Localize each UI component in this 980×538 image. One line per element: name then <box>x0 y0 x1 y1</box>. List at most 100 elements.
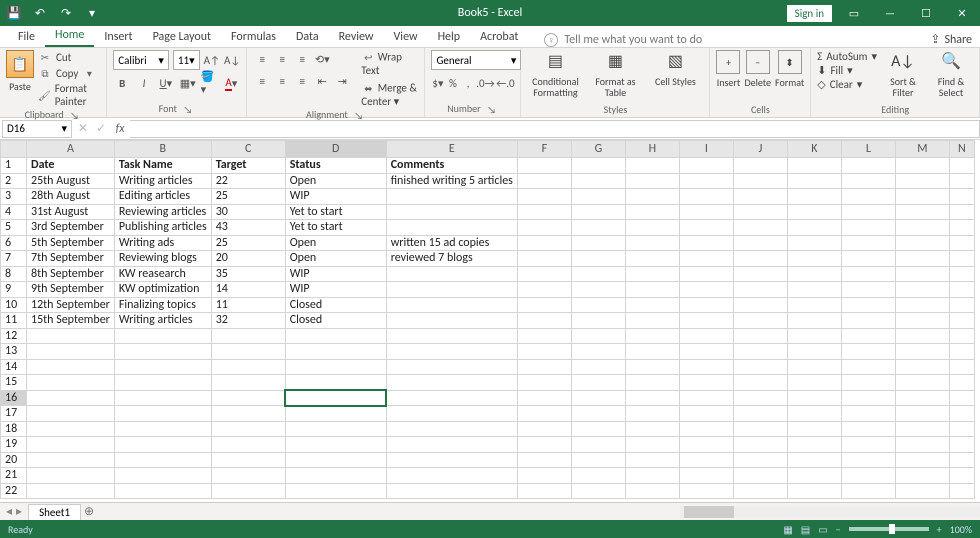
cell[interactable] <box>895 204 949 220</box>
maximize-icon[interactable]: ☐ <box>912 3 940 23</box>
cell[interactable] <box>114 328 211 344</box>
undo-icon[interactable]: ↶ <box>30 3 50 23</box>
cell[interactable] <box>211 421 285 437</box>
cell[interactable] <box>571 204 625 220</box>
cell[interactable]: 25 <box>211 189 285 205</box>
cell[interactable] <box>386 297 517 313</box>
cell[interactable] <box>625 344 679 360</box>
cell[interactable] <box>787 220 841 236</box>
cell[interactable]: Date <box>27 158 115 174</box>
column-header[interactable]: J <box>733 141 787 158</box>
cell[interactable]: Target <box>211 158 285 174</box>
cell[interactable] <box>841 251 895 267</box>
cell[interactable] <box>733 344 787 360</box>
cell[interactable] <box>787 251 841 267</box>
cell[interactable] <box>733 406 787 422</box>
cell[interactable]: Comments <box>386 158 517 174</box>
cell[interactable] <box>571 189 625 205</box>
cell[interactable] <box>895 390 949 406</box>
cell[interactable] <box>949 452 974 468</box>
formula-input[interactable] <box>130 120 980 138</box>
cell[interactable] <box>386 189 517 205</box>
cell[interactable] <box>27 344 115 360</box>
cell[interactable] <box>895 468 949 484</box>
cell[interactable] <box>949 483 974 499</box>
decrease-font-icon[interactable]: A↓ <box>224 51 240 69</box>
cell[interactable] <box>841 189 895 205</box>
cell[interactable] <box>733 437 787 453</box>
cell[interactable] <box>841 328 895 344</box>
cell[interactable] <box>787 173 841 189</box>
cell[interactable] <box>386 390 517 406</box>
cell[interactable] <box>517 297 571 313</box>
cell[interactable] <box>571 483 625 499</box>
tab-file[interactable]: File <box>8 26 45 47</box>
sort-filter-button[interactable]: A↓Sort & Filter <box>881 50 925 98</box>
cell[interactable] <box>841 297 895 313</box>
cell[interactable]: Open <box>285 235 386 251</box>
column-header[interactable]: K <box>787 141 841 158</box>
cell[interactable] <box>517 375 571 391</box>
cell[interactable]: 3rd September <box>27 220 115 236</box>
column-header[interactable]: I <box>679 141 733 158</box>
cell[interactable] <box>517 452 571 468</box>
cell[interactable]: 28th August <box>27 189 115 205</box>
row-header[interactable]: 14 <box>1 359 27 375</box>
select-all-button[interactable] <box>1 141 27 158</box>
cell[interactable] <box>571 452 625 468</box>
dialog-launcher-icon[interactable]: ↘ <box>485 102 499 116</box>
cell[interactable] <box>787 282 841 298</box>
cell[interactable] <box>517 173 571 189</box>
cell[interactable] <box>949 282 974 298</box>
cell[interactable] <box>114 452 211 468</box>
sheet-nav-next-icon[interactable]: ▸ <box>16 504 22 519</box>
cell[interactable] <box>625 297 679 313</box>
tab-acrobat[interactable]: Acrobat <box>470 26 528 47</box>
cell[interactable] <box>949 235 974 251</box>
cell[interactable]: Writing articles <box>114 313 211 329</box>
cell[interactable] <box>517 406 571 422</box>
cell[interactable]: 9th September <box>27 282 115 298</box>
cell[interactable] <box>949 251 974 267</box>
cell[interactable] <box>787 328 841 344</box>
cell[interactable] <box>386 468 517 484</box>
cell[interactable] <box>733 189 787 205</box>
fx-icon[interactable]: fx <box>110 122 130 136</box>
sign-in-button[interactable]: Sign in <box>787 5 832 22</box>
cell[interactable] <box>285 406 386 422</box>
cell[interactable]: Status <box>285 158 386 174</box>
cell[interactable] <box>679 297 733 313</box>
cell[interactable] <box>285 437 386 453</box>
cell[interactable]: 31st August <box>27 204 115 220</box>
cell[interactable] <box>679 421 733 437</box>
cell[interactable] <box>571 328 625 344</box>
cell[interactable] <box>571 375 625 391</box>
row-header[interactable]: 15 <box>1 375 27 391</box>
cell[interactable] <box>571 390 625 406</box>
cell[interactable] <box>517 282 571 298</box>
delete-cells-button[interactable]: −Delete <box>744 50 771 89</box>
cell[interactable] <box>787 375 841 391</box>
cell[interactable] <box>679 406 733 422</box>
cell[interactable] <box>625 437 679 453</box>
cell[interactable]: 7th September <box>27 251 115 267</box>
cell[interactable] <box>787 344 841 360</box>
cell[interactable] <box>114 406 211 422</box>
cell[interactable]: KW optimization <box>114 282 211 298</box>
cell[interactable] <box>841 204 895 220</box>
row-header[interactable]: 8 <box>1 266 27 282</box>
ribbon-display-icon[interactable]: ▭ <box>840 3 868 23</box>
cell[interactable] <box>949 266 974 282</box>
row-header[interactable]: 7 <box>1 251 27 267</box>
row-header[interactable]: 21 <box>1 468 27 484</box>
percent-format-icon[interactable]: % <box>446 74 459 92</box>
cell[interactable] <box>841 483 895 499</box>
column-header[interactable]: E <box>386 141 517 158</box>
cell[interactable] <box>949 313 974 329</box>
cell[interactable] <box>787 189 841 205</box>
cell[interactable] <box>625 390 679 406</box>
cell[interactable] <box>571 437 625 453</box>
cell[interactable] <box>517 235 571 251</box>
cell[interactable] <box>114 483 211 499</box>
cell[interactable] <box>517 204 571 220</box>
